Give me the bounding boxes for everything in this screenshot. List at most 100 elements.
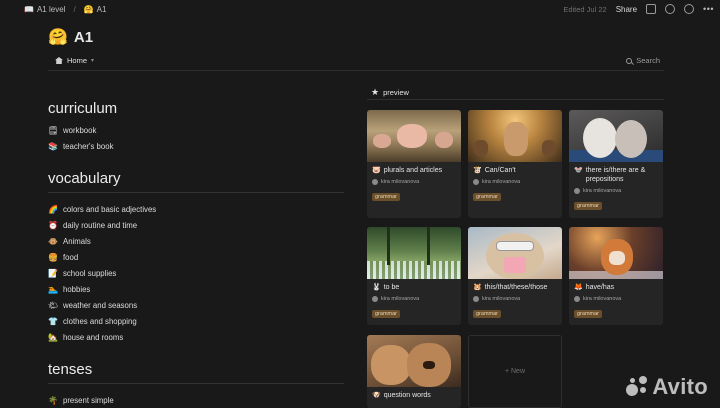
hugging-face-icon: 🤗 — [83, 4, 94, 14]
link-label: house and rooms — [63, 332, 124, 342]
search-label: Search — [636, 56, 660, 65]
house-icon: 🏡 — [48, 332, 58, 342]
link-label: workbook — [63, 125, 97, 135]
card-cover-image — [367, 227, 461, 279]
link-label: Animals — [63, 236, 91, 246]
watermark-text: Avito — [652, 374, 708, 399]
avatar — [372, 296, 378, 302]
link-label: colors and basic adjectives — [63, 204, 157, 214]
link-colors[interactable]: 🌈 colors and basic adjectives — [48, 201, 348, 217]
gallery-card[interactable]: 🐶 question words — [367, 335, 461, 408]
pig-icon: 🐷 — [372, 167, 381, 174]
preview-divider — [367, 99, 664, 100]
card-cover-image — [468, 227, 562, 279]
section-divider — [48, 383, 344, 384]
card-title: have/has — [585, 284, 615, 291]
card-author: kira milovanova — [482, 179, 521, 185]
card-cover-image — [367, 335, 461, 387]
card-title: plurals and articles — [383, 167, 443, 174]
fox-icon: 🦊 — [574, 284, 583, 291]
notepad-icon: 🗒 — [48, 125, 59, 135]
tag-badge: grammar — [574, 202, 603, 210]
breadcrumb-current[interactable]: A1 — [97, 5, 107, 14]
mouse-icon: 🐭 — [574, 167, 583, 174]
breadcrumb-parent[interactable]: A1 level — [37, 5, 65, 14]
link-present-simple[interactable]: 🌴 present simple — [48, 392, 348, 408]
gallery-card[interactable]: 🦊 have/has kira milovanova grammar — [569, 227, 663, 325]
preview-label: preview — [383, 88, 409, 97]
link-label: school supplies — [63, 268, 117, 278]
edited-timestamp: Edited Jul 22 — [563, 4, 607, 14]
breadcrumb-separator: / — [73, 4, 76, 14]
gallery-card[interactable]: 🐹 this/that/these/those kira milovanova g… — [468, 227, 562, 325]
tag-badge: grammar — [372, 193, 401, 201]
share-button[interactable]: Share — [616, 5, 637, 14]
gallery-card[interactable]: 🐰 to be kira milovanova grammar — [367, 227, 461, 325]
hamster-icon: 🐹 — [473, 284, 482, 291]
left-column: curriculum 🗒 workbook 📚 teacher's book v… — [48, 100, 348, 408]
card-title: this/that/these/those — [484, 284, 548, 291]
card-author: kira milovanova — [583, 188, 622, 194]
tag-badge: grammar — [574, 310, 603, 318]
gallery-card[interactable]: 🐮 Can/Can't kira milovanova grammar — [468, 110, 562, 218]
link-weather[interactable]: 🌤 weather and seasons — [48, 297, 348, 313]
cow-icon: 🐮 — [473, 167, 482, 174]
divider — [48, 70, 664, 71]
page-title-text[interactable]: A1 — [74, 29, 93, 46]
comments-icon[interactable] — [646, 4, 657, 14]
link-workbook[interactable]: 🗒 workbook — [48, 122, 348, 138]
section-divider — [48, 192, 344, 193]
avito-logo-icon — [626, 376, 648, 398]
gallery-card[interactable]: 🐷 plurals and articles kira milovanova gr… — [367, 110, 461, 218]
clock-icon[interactable] — [665, 4, 676, 14]
search-button[interactable]: Search — [626, 56, 660, 65]
card-author: kira milovanova — [482, 296, 521, 302]
link-label: hobbies — [63, 284, 91, 294]
section-heading: tenses — [48, 361, 93, 378]
link-house[interactable]: 🏡 house and rooms — [48, 329, 348, 345]
link-clothes[interactable]: 👕 clothes and shopping — [48, 313, 348, 329]
preview-view-tab[interactable]: ★ preview — [371, 87, 409, 98]
book-icon: 📖 — [24, 4, 34, 14]
top-bar: 📖 A1 level / 🤗 A1 Edited Jul 22 Share ••… — [0, 0, 720, 18]
card-title: to be — [383, 284, 400, 291]
palm-tree-icon: 🌴 — [48, 395, 58, 405]
link-teachers-book[interactable]: 📚 teacher's book — [48, 138, 348, 154]
tenses-section: tenses 🌴 present simple — [48, 361, 348, 408]
link-hobbies[interactable]: 🏊 hobbies — [48, 281, 348, 297]
tab-home-label: Home — [67, 56, 88, 65]
rabbit-icon: 🐰 — [372, 284, 381, 291]
link-animals[interactable]: 🐵 Animals — [48, 233, 348, 249]
link-daily-routine[interactable]: ⏰ daily routine and time — [48, 217, 348, 233]
page-icon[interactable]: 🤗 — [48, 27, 68, 47]
card-cover-image — [569, 110, 663, 162]
section-heading: vocabulary — [48, 170, 121, 187]
card-title: question words — [383, 392, 431, 399]
new-card-button[interactable]: + New — [468, 335, 562, 408]
link-food[interactable]: 🍔 food — [48, 249, 348, 265]
star-outline-icon[interactable] — [684, 4, 695, 14]
tag-badge: grammar — [473, 310, 502, 318]
avatar — [574, 188, 580, 194]
card-author: kira milovanova — [381, 296, 420, 302]
link-label: present simple — [63, 395, 114, 405]
card-author: kira milovanova — [381, 179, 420, 185]
gallery-card[interactable]: 🐭 there is/there are & prepositions kira … — [569, 110, 663, 218]
card-author: kira milovanova — [583, 296, 622, 302]
breadcrumb: 📖 A1 level / 🤗 A1 — [24, 5, 106, 14]
tab-home[interactable]: Home ▾ — [55, 56, 94, 65]
memo-icon: 📝 — [48, 268, 58, 278]
curriculum-section: curriculum 🗒 workbook 📚 teacher's book — [48, 100, 348, 154]
link-label: teacher's book — [63, 141, 114, 151]
chevron-down-icon: ▾ — [91, 58, 95, 64]
avatar — [574, 296, 580, 302]
burger-icon: 🍔 — [48, 252, 58, 262]
link-label: daily routine and time — [63, 220, 138, 230]
swimmer-icon: 🏊 — [48, 284, 58, 294]
link-label: clothes and shopping — [63, 316, 137, 326]
more-options-icon[interactable]: ••• — [703, 4, 714, 14]
section-heading: curriculum — [48, 100, 118, 117]
link-label: food — [63, 252, 79, 262]
link-school-supplies[interactable]: 📝 school supplies — [48, 265, 348, 281]
link-label: weather and seasons — [63, 300, 138, 310]
